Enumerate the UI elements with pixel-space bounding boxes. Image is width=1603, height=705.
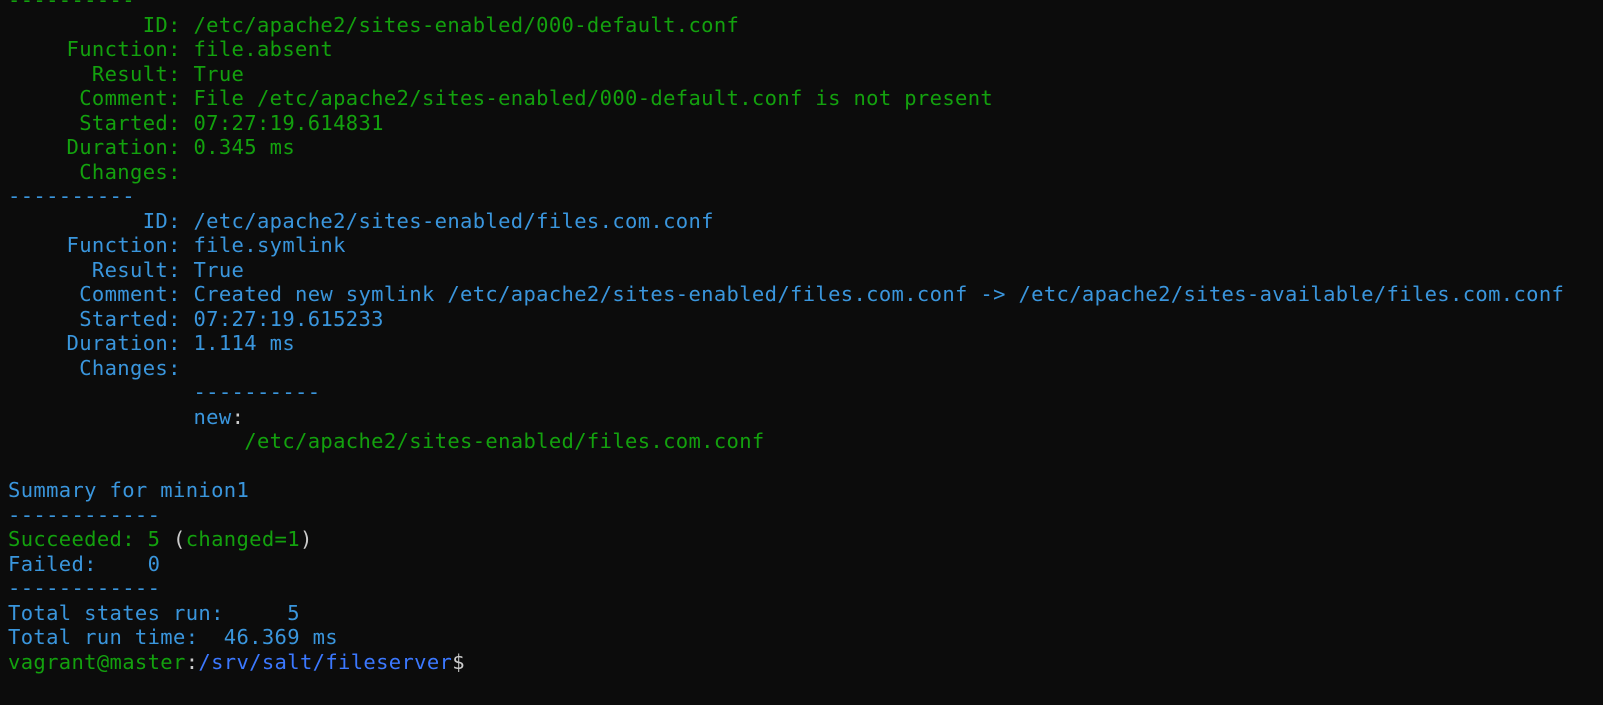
state1-started-line: Started: 07:27:19.614831 <box>79 110 384 135</box>
prompt-symbol: $ <box>452 649 465 674</box>
state1-function-line: Function: file.absent <box>66 37 334 61</box>
state1-started: 07:27:19.614831 <box>193 110 384 135</box>
state2-id: /etc/apache2/sites-enabled/files.com.con… <box>193 208 714 233</box>
state2-started-line: Started: 07:27:19.615233 <box>79 306 384 331</box>
state1-id-line: ID: /etc/apache2/sites-enabled/000-defau… <box>142 12 740 37</box>
state2-started: 07:27:19.615233 <box>193 306 384 331</box>
state2-changes-line: Changes: <box>79 355 181 380</box>
state2-function: file.symlink <box>193 233 346 257</box>
state2-comment-line: Comment: Created new symlink /etc/apache… <box>79 282 1565 306</box>
separator-line: ---------- <box>8 0 135 12</box>
separator-line: ------------ <box>8 576 161 600</box>
state1-result-line: Result: True <box>91 61 245 86</box>
state2-function-line: Function: file.symlink <box>66 233 346 257</box>
state2-result: True <box>193 257 245 282</box>
state1-function: file.absent <box>193 37 334 61</box>
changes-key-line: new: <box>193 404 245 429</box>
changes-separator: ---------- <box>193 380 321 404</box>
state1-id: /etc/apache2/sites-enabled/000-default.c… <box>193 12 740 37</box>
state2-comment: Created new symlink /etc/apache2/sites-e… <box>193 282 1565 306</box>
summary-succeeded: Succeeded: 5 (changed=1) <box>8 527 313 551</box>
state2-duration: 1.114 ms <box>193 331 296 355</box>
separator-line: ------------ <box>8 502 161 527</box>
state1-comment-line: Comment: File /etc/apache2/sites-enabled… <box>79 86 994 110</box>
changes-value-line: /etc/apache2/sites-enabled/files.com.con… <box>8 429 1603 454</box>
state1-result: True <box>193 61 245 86</box>
terminal-window[interactable]: { "colors": { "background": "#0c0c0c", "… <box>0 0 1603 705</box>
changes-key: new <box>193 404 232 429</box>
state2-id-line: ID: /etc/apache2/sites-enabled/files.com… <box>142 208 714 233</box>
state1-duration: 0.345 ms <box>193 135 296 159</box>
separator-line: ---------- <box>8 184 135 208</box>
changes-value: /etc/apache2/sites-enabled/files.com.con… <box>244 429 765 453</box>
state2-result-line: Result: True <box>91 257 245 282</box>
summary-failed: Failed: 0 <box>8 551 161 576</box>
state1-duration-line: Duration: 0.345 ms <box>66 135 296 159</box>
terminal-output: ---------- ID: /etc/apache2/sites-enable… <box>8 0 1603 674</box>
summary-total-time: Total run time: 46.369 ms <box>8 625 338 649</box>
state1-comment: File /etc/apache2/sites-enabled/000-defa… <box>193 86 994 110</box>
prompt-path: /srv/salt/fileserver <box>198 649 453 674</box>
summary-title: Summary for minion1 <box>8 478 250 502</box>
prompt-user-host: vagrant@master <box>8 649 186 674</box>
state1-changes-line: Changes: <box>79 159 181 184</box>
state2-duration-line: Duration: 1.114 ms <box>66 331 296 355</box>
shell-prompt[interactable]: vagrant@master:/srv/salt/fileserver$ <box>8 650 1603 675</box>
summary-total-states: Total states run: 5 <box>8 600 300 625</box>
